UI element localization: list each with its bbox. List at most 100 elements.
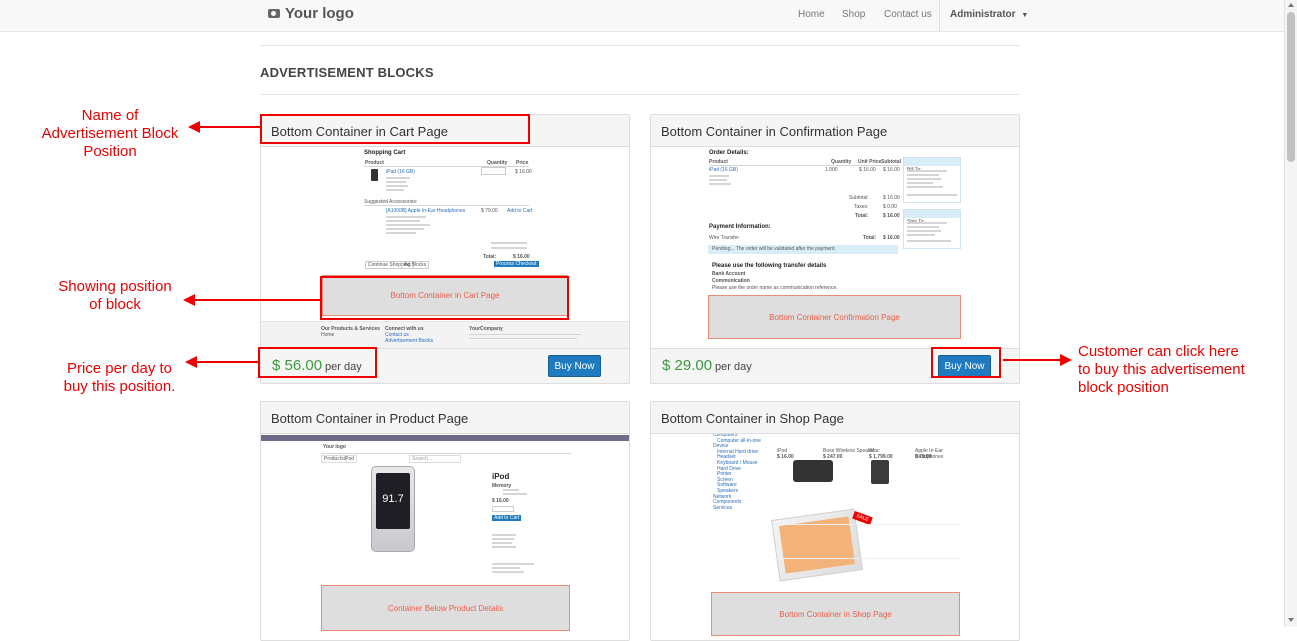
product-price: $ 79.00 bbox=[915, 454, 932, 460]
preview-line bbox=[907, 182, 933, 184]
preview-accessory: [A1000B] Apple In-Ear Headphones bbox=[386, 208, 466, 214]
card-title: Bottom Container in Shop Page bbox=[651, 402, 1019, 434]
category-link: Services bbox=[713, 504, 733, 511]
logo[interactable]: Your logo bbox=[268, 5, 354, 22]
preview-ad-blocks: Ad Blocks bbox=[401, 261, 430, 269]
preview-payment-title: Payment Information: bbox=[709, 224, 771, 230]
preview-line bbox=[386, 185, 408, 187]
top-navbar: Your logo Home Shop Contact us Administr… bbox=[0, 0, 1284, 32]
ad-block-placeholder: Bottom Container Confirmation Page bbox=[708, 295, 961, 339]
nav-divider bbox=[939, 0, 940, 31]
preview-item: iPad (16 GB) bbox=[386, 169, 415, 175]
preview-line bbox=[492, 534, 516, 536]
callout-position: Showing position of block bbox=[58, 278, 172, 313]
preview-line bbox=[907, 226, 939, 228]
preview-line bbox=[386, 189, 404, 191]
preview-line bbox=[386, 177, 410, 179]
preview-product: iPod bbox=[492, 472, 510, 481]
preview-topbar bbox=[261, 435, 629, 441]
preview-line bbox=[503, 493, 527, 495]
preview-payment-method: Wire Transfer bbox=[709, 235, 740, 241]
preview-search: Search... bbox=[409, 455, 461, 463]
preview-footer: Our Products & Services Connect with us … bbox=[261, 321, 629, 348]
preview-line bbox=[491, 242, 527, 244]
divider bbox=[260, 45, 1020, 46]
page-title: ADVERTISEMENT BLOCKS bbox=[260, 65, 434, 80]
price-highlight bbox=[258, 347, 377, 378]
preview-line bbox=[907, 170, 947, 172]
preview-line bbox=[907, 178, 941, 180]
preview-subtotal-value: $ 16.00 bbox=[883, 195, 900, 201]
callout-price: Price per day to buy this position. bbox=[63, 360, 176, 395]
shop-page-preview: Computers Computer all-in-one Device Intern… bbox=[651, 434, 1019, 640]
ad-block-placeholder: Container Below Product Details bbox=[321, 585, 570, 631]
ipod-screen: 91.7 bbox=[376, 473, 410, 529]
footer-link: Advertisement Blocks bbox=[385, 338, 434, 344]
preview-line bbox=[491, 247, 527, 249]
price-per-day: $ 29.00 per day bbox=[662, 357, 752, 374]
nav-contact-link[interactable]: Contact us bbox=[884, 9, 932, 20]
preview-crumb: iPod bbox=[341, 455, 358, 463]
preview-reference: Please use the order name as communicati… bbox=[712, 285, 838, 291]
preview-line bbox=[907, 234, 935, 236]
buy-now-button[interactable]: Buy Now bbox=[548, 355, 601, 377]
card-title: Bottom Container in Confirmation Page bbox=[651, 115, 1019, 147]
preview-line bbox=[907, 174, 939, 176]
preview-line bbox=[907, 194, 957, 196]
arrow-right-icon bbox=[1060, 354, 1072, 366]
preview-line bbox=[469, 338, 577, 339]
footer-col: YourCompany bbox=[469, 326, 503, 332]
arrow-line bbox=[197, 361, 258, 363]
scroll-down-icon[interactable] bbox=[1288, 618, 1294, 622]
ad-card-product: Bottom Container in Product Page Your lo… bbox=[260, 401, 630, 641]
preview-add-to-cart: Add to Cart bbox=[507, 208, 533, 214]
title-highlight bbox=[260, 114, 530, 144]
preview-communication: Communication bbox=[712, 278, 750, 284]
preview-line bbox=[386, 228, 424, 230]
ship-to-panel: Ship To: bbox=[903, 209, 961, 249]
callout-name: Name of Advertisement Block Position bbox=[41, 107, 179, 160]
ipad-thumbnail bbox=[371, 169, 378, 181]
preview-line bbox=[907, 222, 947, 224]
nav-shop-link[interactable]: Shop bbox=[842, 9, 865, 20]
preview-bank: Bank Account bbox=[712, 271, 746, 277]
preview-unit-price: $ 16.00 bbox=[859, 167, 876, 173]
scroll-up-icon[interactable] bbox=[1288, 3, 1294, 7]
ad-card-confirmation: Bottom Container in Confirmation Page Or… bbox=[650, 114, 1020, 384]
callout-buy: Customer can click here to buy this adve… bbox=[1078, 343, 1245, 396]
preview-line bbox=[907, 186, 943, 188]
bill-to-panel: Bill To: bbox=[903, 157, 961, 203]
buy-highlight bbox=[931, 347, 1001, 378]
ipod-image: 91.7 bbox=[371, 466, 415, 552]
preview-item: iPad (16 GB) bbox=[709, 167, 738, 173]
preview-payment-total-label: Total: bbox=[863, 235, 877, 241]
scroll-thumb[interactable] bbox=[1287, 12, 1295, 162]
preview-line bbox=[492, 563, 534, 565]
divider bbox=[775, 558, 961, 559]
nav-home-link[interactable]: Home bbox=[798, 9, 825, 20]
ad-card-shop: Bottom Container in Shop Page Computers C… bbox=[650, 401, 1020, 641]
preview-line bbox=[492, 538, 514, 540]
preview-add-to-cart: Add to Cart bbox=[492, 515, 522, 521]
preview-title: Order Details: bbox=[709, 150, 749, 156]
preview-line bbox=[709, 179, 727, 181]
page-scrollbar[interactable] bbox=[1284, 0, 1297, 627]
arrow-line bbox=[200, 126, 260, 128]
qty-stepper bbox=[492, 506, 514, 512]
product-price: $ 1,799.00 bbox=[869, 454, 893, 460]
preview-title: Shopping Cart bbox=[364, 150, 406, 156]
preview-line bbox=[386, 224, 430, 226]
arrow-left-icon bbox=[183, 294, 195, 306]
preview-line bbox=[386, 232, 416, 234]
preview-line bbox=[492, 542, 512, 544]
camera-icon bbox=[268, 9, 280, 18]
user-menu[interactable]: Administrator ▼ bbox=[950, 9, 1028, 20]
ipad-image bbox=[871, 460, 889, 484]
arrow-line bbox=[1003, 359, 1062, 361]
divider bbox=[321, 453, 571, 454]
ad-block-placeholder: Bottom Container in Shop Page bbox=[711, 592, 960, 636]
pending-alert: Pending... The order will be validated a… bbox=[708, 245, 898, 254]
preview-line bbox=[907, 230, 941, 232]
price-value: $ 29.00 bbox=[662, 357, 713, 374]
preview-price: $ 16.00 bbox=[492, 498, 509, 504]
